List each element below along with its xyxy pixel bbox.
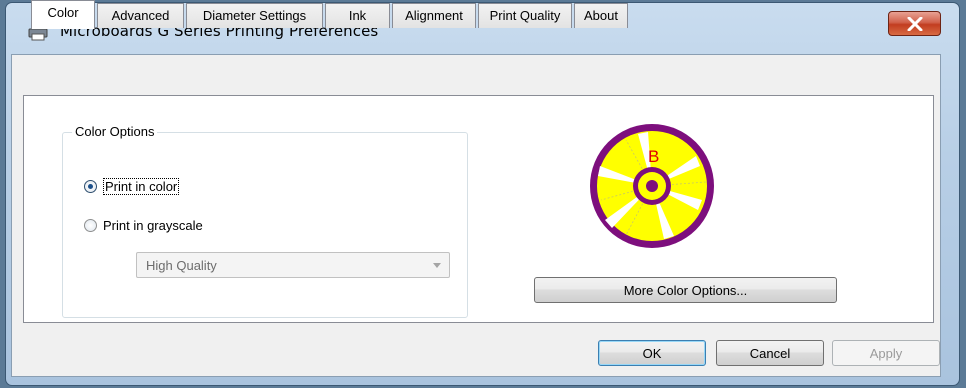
print-in-color-option[interactable]: Print in color xyxy=(84,178,180,195)
more-color-options-button[interactable]: More Color Options... xyxy=(534,277,837,303)
print-in-color-radio[interactable] xyxy=(84,180,97,193)
tab-about[interactable]: About xyxy=(574,3,628,28)
close-icon xyxy=(907,17,923,31)
disc-letter: B xyxy=(648,147,659,166)
tab-color[interactable]: Color xyxy=(31,0,95,29)
ok-button[interactable]: OK xyxy=(598,340,706,366)
apply-button[interactable]: Apply xyxy=(832,340,940,366)
color-options-group-label: Color Options xyxy=(72,124,158,139)
print-in-grayscale-radio[interactable] xyxy=(84,219,97,232)
tab-print-quality[interactable]: Print Quality xyxy=(478,3,572,28)
tab-ink[interactable]: Ink xyxy=(325,3,390,28)
tab-advanced[interactable]: Advanced xyxy=(97,3,184,28)
close-button[interactable] xyxy=(888,11,941,36)
print-in-grayscale-option[interactable]: Print in grayscale xyxy=(84,218,203,233)
grayscale-quality-select[interactable]: High Quality xyxy=(136,252,450,278)
print-in-color-label: Print in color xyxy=(103,178,180,195)
cancel-button[interactable]: Cancel xyxy=(716,340,824,366)
tab-alignment[interactable]: Alignment xyxy=(392,3,476,28)
disc-preview: B xyxy=(590,124,714,248)
tab-diameter-settings[interactable]: Diameter Settings xyxy=(186,3,323,28)
print-in-grayscale-label: Print in grayscale xyxy=(103,218,203,233)
grayscale-quality-value: High Quality xyxy=(146,258,217,273)
chevron-down-icon xyxy=(433,263,441,268)
